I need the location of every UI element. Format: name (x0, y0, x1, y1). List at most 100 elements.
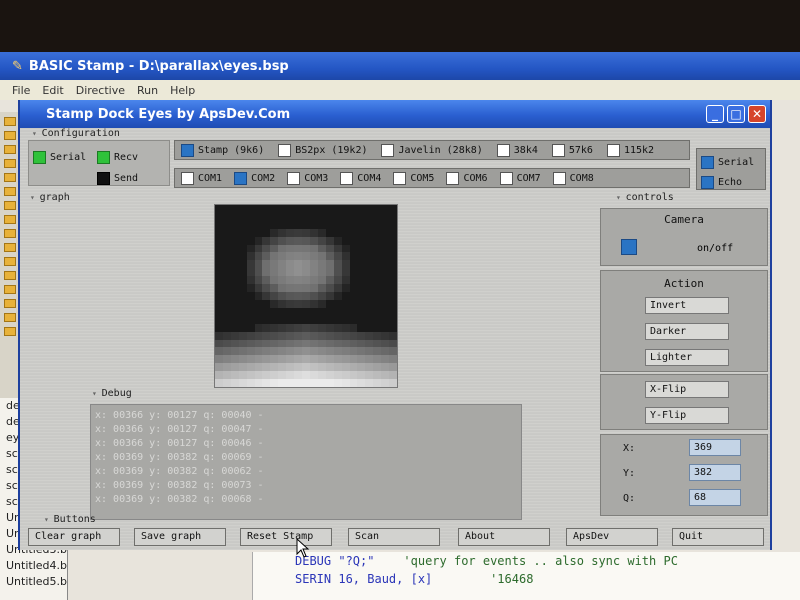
port-option-com7[interactable]: COM7 (499, 171, 541, 185)
send-indicator[interactable] (97, 172, 110, 185)
debug-line: x: 00369 y: 00382 q: 00062 - (95, 466, 264, 477)
graph-label: graph (30, 192, 70, 203)
port-checkbox[interactable] (446, 171, 460, 185)
folder-icon[interactable] (4, 257, 16, 266)
menu-run[interactable]: Run (137, 84, 158, 97)
device-checkbox[interactable] (381, 143, 395, 157)
device-option-javelin[interactable]: Javelin (28k8) (381, 143, 483, 157)
folder-icon[interactable] (4, 187, 16, 196)
device-option-bs2px[interactable]: BS2px (19k2) (278, 143, 367, 157)
folder-icon[interactable] (4, 201, 16, 210)
dialog-titlebar[interactable]: Stamp Dock Eyes by ApsDev.Com _ □ ✕ (20, 100, 770, 128)
camera-graph[interactable] (214, 204, 398, 388)
folder-icon[interactable] (4, 131, 16, 140)
baud-option-115k2[interactable]: 115k2 (606, 143, 654, 157)
port-checkbox[interactable] (181, 171, 194, 185)
folder-icon[interactable] (4, 285, 16, 294)
graph-pixel (341, 236, 350, 245)
port-option-com5[interactable]: COM5 (393, 171, 434, 185)
reset-stamp-button[interactable]: Reset Stamp (240, 528, 332, 546)
folder-icon[interactable] (4, 327, 16, 336)
folder-icon[interactable] (4, 299, 16, 308)
baud-option-38k4[interactable]: 38k4 (496, 143, 538, 157)
folder-icon[interactable] (4, 173, 16, 182)
menu-directive[interactable]: Directive (76, 84, 125, 97)
graph-pixel (325, 205, 334, 213)
port-option-com1[interactable]: COM1 (181, 171, 222, 185)
y-value-field[interactable]: 382 (689, 464, 741, 481)
echo-checkbox[interactable] (701, 176, 714, 189)
folder-icon[interactable] (4, 313, 16, 322)
device-option-stamp[interactable]: Stamp (9k6) (181, 143, 264, 157)
echo-option[interactable]: Echo (701, 172, 742, 191)
port-option-com6[interactable]: COM6 (446, 171, 488, 185)
device-checkbox[interactable] (278, 143, 292, 157)
port-checkbox[interactable] (287, 171, 301, 185)
graph-pixel (309, 355, 318, 364)
menu-help[interactable]: Help (170, 84, 195, 97)
serial-link-option[interactable]: Serial (701, 152, 754, 171)
file-item[interactable]: Untitled5.bsp (0, 574, 67, 590)
graph-pixel (278, 355, 287, 364)
send-option[interactable]: Send (97, 168, 138, 187)
folder-icon[interactable] (4, 117, 16, 126)
q-value-field[interactable]: 68 (689, 489, 741, 506)
port-option-com4[interactable]: COM4 (340, 171, 381, 185)
graph-pixel (365, 228, 374, 237)
code-line: DEBUG "?Q;" 'query for events .. also sy… (253, 552, 800, 570)
folder-icon[interactable] (4, 229, 16, 238)
minimize-button[interactable]: _ (706, 105, 724, 123)
save-graph-button[interactable]: Save graph (134, 528, 226, 546)
port-checkbox[interactable] (234, 171, 248, 185)
scan-button[interactable]: Scan (348, 528, 440, 546)
baud-checkbox[interactable] (551, 143, 565, 157)
menu-edit[interactable]: Edit (42, 84, 63, 97)
port-checkbox[interactable] (499, 171, 513, 185)
graph-pixel (246, 244, 255, 253)
port-checkbox[interactable] (393, 171, 407, 185)
menu-file[interactable]: File (12, 84, 30, 97)
port-option-com3[interactable]: COM3 (287, 171, 328, 185)
baud-option-57k6[interactable]: 57k6 (551, 143, 593, 157)
port-checkbox[interactable] (340, 171, 354, 185)
apsdev-button[interactable]: ApsDev (566, 528, 658, 546)
x-flip-button[interactable]: X-Flip (645, 381, 729, 398)
debug-output[interactable]: x: 00366 y: 00127 q: 00040 - x: 00366 y:… (90, 404, 522, 520)
invert-button[interactable]: Invert (645, 297, 729, 314)
baud-checkbox[interactable] (496, 143, 510, 157)
folder-icon[interactable] (4, 243, 16, 252)
lighter-button[interactable]: Lighter (645, 349, 729, 366)
quit-button[interactable]: Quit (672, 528, 764, 546)
baud-checkbox[interactable] (606, 143, 620, 157)
folder-icon[interactable] (4, 215, 16, 224)
y-flip-button[interactable]: Y-Flip (645, 407, 729, 424)
close-button[interactable]: ✕ (748, 105, 766, 123)
graph-pixel (215, 205, 223, 213)
about-button[interactable]: About (458, 528, 550, 546)
serial-link-checkbox[interactable] (701, 156, 714, 169)
device-checkbox[interactable] (181, 143, 194, 157)
folder-icon[interactable] (4, 271, 16, 280)
recv-option[interactable]: Recv (97, 147, 138, 166)
graph-pixel (309, 244, 318, 253)
x-value-field[interactable]: 369 (689, 439, 741, 456)
serial-option[interactable]: Serial (33, 147, 86, 166)
graph-pixel (325, 212, 334, 221)
recv-indicator[interactable] (97, 151, 110, 164)
maximize-button[interactable]: □ (727, 105, 745, 123)
graph-pixel (309, 236, 318, 245)
clear-graph-button[interactable]: Clear graph (28, 528, 120, 546)
graph-pixel (389, 363, 397, 372)
port-option-com8[interactable]: COM8 (552, 171, 594, 185)
folder-icon[interactable] (4, 159, 16, 168)
port-option-com2[interactable]: COM2 (234, 171, 275, 185)
darker-button[interactable]: Darker (645, 323, 729, 340)
camera-toggle[interactable] (621, 239, 637, 255)
graph-pixel (365, 244, 374, 253)
port-checkbox[interactable] (552, 171, 566, 185)
graph-pixel (270, 355, 279, 364)
code-editor[interactable]: DEBUG "?Q;" 'query for events .. also sy… (252, 552, 800, 600)
folder-icon[interactable] (4, 145, 16, 154)
file-item[interactable]: Untitled4.bsp (0, 558, 67, 574)
serial-indicator[interactable] (33, 151, 46, 164)
